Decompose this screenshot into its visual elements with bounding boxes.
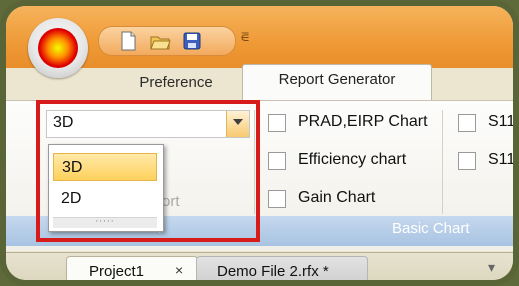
group-divider <box>442 110 443 214</box>
checkbox-prad-eirp[interactable] <box>268 114 286 132</box>
checkbox-label-s11-a: S11 <box>488 113 516 130</box>
doc-tab-project1[interactable]: Project1 × <box>66 256 198 280</box>
tab-preference[interactable]: Preference <box>126 68 226 102</box>
radiation-pattern-orb-icon <box>38 28 78 68</box>
highlight-box <box>36 100 260 242</box>
app-menu-button[interactable] <box>28 18 88 78</box>
checkbox-s11-b[interactable] <box>458 152 476 170</box>
new-file-icon[interactable] <box>117 30 139 52</box>
tab-list-dropdown-icon[interactable]: ▾ <box>488 260 495 276</box>
open-folder-icon[interactable] <box>149 30 171 52</box>
save-icon[interactable] <box>181 30 203 52</box>
checkbox-label-s11-b: S11 <box>488 151 516 168</box>
checkbox-label-efficiency: Efficiency chart <box>298 151 407 168</box>
group-label-basic-chart: Basic Chart <box>392 220 470 237</box>
customize-qat-icon[interactable]: ⋷ <box>240 30 250 46</box>
doc-tab-label: Demo File 2.rfx * <box>217 263 329 280</box>
checkbox-gain[interactable] <box>268 190 286 208</box>
doc-tab-demo-file-2[interactable]: Demo File 2.rfx * <box>196 256 368 280</box>
checkbox-s11-a[interactable] <box>458 114 476 132</box>
doc-tab-label: Project1 <box>89 263 145 280</box>
checkbox-label-gain: Gain Chart <box>298 189 376 206</box>
checkbox-label-prad-eirp: PRAD,EIRP Chart <box>298 113 428 130</box>
app-window: ⋷ Preference Report Generator l Basic Ch… <box>0 0 519 286</box>
tab-report-generator[interactable]: Report Generator <box>242 64 432 101</box>
close-icon[interactable]: × <box>175 262 183 278</box>
checkbox-efficiency[interactable] <box>268 152 286 170</box>
quick-access-toolbar <box>98 26 236 56</box>
